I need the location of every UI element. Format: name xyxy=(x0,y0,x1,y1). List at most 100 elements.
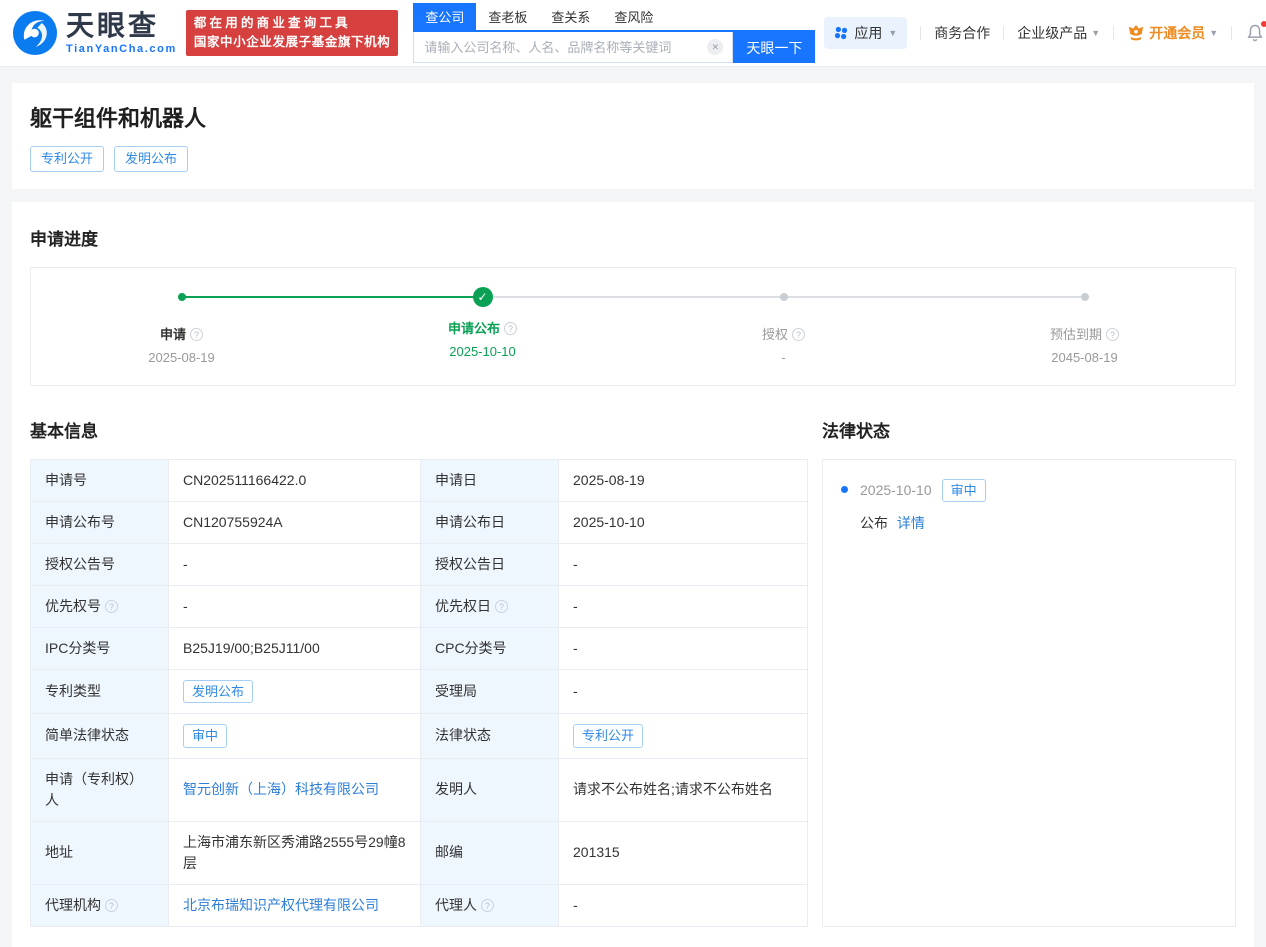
applicant-company-link[interactable]: 智元创新（上海）科技有限公司 xyxy=(183,781,379,797)
slogan-line1: 都在用的商业查询工具 xyxy=(193,16,351,31)
nav-vip-label: 开通会员 xyxy=(1149,25,1206,41)
row-value: B25J19/00;B25J11/00 xyxy=(168,626,421,670)
nav-apps[interactable]: 应用 ▼ xyxy=(824,17,908,49)
row-label: 申请日 xyxy=(420,458,559,502)
table-row: 专利类型 发明公布 受理局 - xyxy=(30,668,808,715)
legal-status-title: 法律状态 xyxy=(822,421,890,441)
help-icon[interactable]: ? xyxy=(190,327,203,341)
row-value: - xyxy=(558,668,808,715)
help-icon[interactable]: ? xyxy=(1106,327,1119,341)
row-label: 申请公布日 xyxy=(420,500,559,544)
row-label: 申请（专利权）人 xyxy=(30,757,169,822)
row-label: 简单法律状态 xyxy=(30,713,169,759)
row-value: 智元创新（上海）科技有限公司 xyxy=(168,757,421,822)
search-area: 查公司 查老板 查关系 查风险 ✕ 天眼一下 xyxy=(413,3,816,63)
step-label: 申请公布? xyxy=(332,318,633,337)
legal-status-tag: 专利公开 xyxy=(573,724,644,748)
row-value: 审中 xyxy=(168,713,421,759)
entry-status-tag: 审中 xyxy=(941,478,986,503)
step-label: 预估到期? xyxy=(934,324,1235,343)
nav-vip[interactable]: 开通会员 ▼ xyxy=(1127,23,1218,43)
search-tab-company[interactable]: 查公司 xyxy=(413,3,477,30)
row-label: 代理人? xyxy=(420,883,559,927)
row-label: 发明人 xyxy=(420,757,559,822)
patent-header-card: 躯干组件和机器人 专利公开 发明公布 xyxy=(12,83,1254,189)
table-row: IPC分类号 B25J19/00;B25J11/00 CPC分类号 - xyxy=(30,626,808,670)
row-label: 受理局 xyxy=(420,668,559,715)
brand-name: 天眼查 xyxy=(66,9,160,41)
divider xyxy=(1113,26,1115,40)
divider xyxy=(1231,26,1233,40)
row-value: 专利公开 xyxy=(558,713,808,759)
legal-entry: 2025-10-10 审中 公布 详情 xyxy=(841,478,1217,534)
close-icon[interactable]: ✕ xyxy=(707,39,724,55)
basic-info-title: 基本信息 xyxy=(30,421,98,441)
patent-tag-public: 专利公开 xyxy=(30,146,105,172)
row-value: 北京布瑞知识产权代理有限公司 xyxy=(168,883,421,927)
notification-dot xyxy=(1261,21,1266,27)
row-value: - xyxy=(558,626,808,670)
row-label: 地址 xyxy=(30,820,169,885)
nav-enterprise-label: 企业级产品 xyxy=(1017,25,1088,41)
entry-action: 公布 xyxy=(860,515,888,532)
row-value: CN202511166422.0 xyxy=(168,458,421,502)
help-icon[interactable]: ? xyxy=(481,898,494,912)
search-tab-risk[interactable]: 查风险 xyxy=(602,3,665,30)
row-value: 请求不公布姓名;请求不公布姓名 xyxy=(558,757,808,822)
patent-detail-card: 申请进度 申请? 2025-08-19 ✓ 申请公布? 2025-10-10 授… xyxy=(12,201,1254,947)
row-label: 优先权日? xyxy=(420,584,559,628)
step-value: 2025-08-19 xyxy=(148,349,215,365)
search-tab-relation[interactable]: 查关系 xyxy=(539,3,602,30)
search-tab-boss[interactable]: 查老板 xyxy=(476,3,539,30)
search-button[interactable]: 天眼一下 xyxy=(733,32,816,63)
nav-business-label: 商务合作 xyxy=(934,25,991,41)
row-value: 201315 xyxy=(558,820,808,885)
nav-apps-label: 应用 xyxy=(854,25,883,41)
nav-enterprise[interactable]: 企业级产品 ▼ xyxy=(1017,23,1100,43)
detail-link[interactable]: 详情 xyxy=(897,515,925,531)
search-tabs: 查公司 查老板 查关系 查风险 xyxy=(413,3,816,32)
entry-date: 2025-10-10 xyxy=(860,482,932,499)
header: 天眼查 TianYanCha.com 都在用的商业查询工具 国家中小企业发展子基… xyxy=(0,0,1266,67)
row-value: 2025-10-10 xyxy=(558,500,808,544)
row-label: 邮编 xyxy=(420,820,559,885)
help-icon[interactable]: ? xyxy=(792,327,805,341)
help-icon[interactable]: ? xyxy=(105,898,118,912)
timeline-step-publish: ✓ 申请公布? 2025-10-10 xyxy=(332,286,633,365)
row-label: 授权公告号 xyxy=(30,542,169,586)
divider xyxy=(1003,26,1005,40)
row-label: 法律状态 xyxy=(420,713,559,759)
help-icon[interactable]: ? xyxy=(504,321,517,335)
patent-tag-invention: 发明公布 xyxy=(114,146,189,172)
step-dot xyxy=(177,292,186,301)
application-timeline: 申请? 2025-08-19 ✓ 申请公布? 2025-10-10 授权? - … xyxy=(30,266,1236,386)
table-row: 优先权号? - 优先权日? - xyxy=(30,584,808,628)
row-label: CPC分类号 xyxy=(420,626,559,670)
brand-domain: TianYanCha.com xyxy=(66,42,177,55)
legal-status-section: 法律状态 2025-10-10 审中 公布 详情 xyxy=(822,417,1236,927)
table-row: 地址 上海市浦东新区秀浦路2555号29幢8层 邮编 201315 xyxy=(30,820,808,885)
row-label: 代理机构? xyxy=(30,883,169,927)
row-value: 发明公布 xyxy=(168,668,421,715)
legal-status-card: 2025-10-10 审中 公布 详情 xyxy=(822,458,1236,927)
basic-info-table: 申请号 CN202511166422.0 申请日 2025-08-19 申请公布… xyxy=(30,458,808,927)
row-value: - xyxy=(558,542,808,586)
step-value: - xyxy=(781,349,786,365)
nav-business[interactable]: 商务合作 xyxy=(934,23,990,43)
step-label: 申请? xyxy=(31,324,332,343)
tianyancha-logo[interactable]: 天眼查 TianYanCha.com xyxy=(12,10,177,56)
help-icon[interactable]: ? xyxy=(105,599,118,613)
row-label: 申请公布号 xyxy=(30,500,169,544)
row-label: 专利类型 xyxy=(30,668,169,715)
header-nav: 应用 ▼ 商务合作 企业级产品 ▼ 开通会员 ▼ xyxy=(824,17,1266,49)
timeline-step-grant: 授权? - xyxy=(633,287,934,365)
help-icon[interactable]: ? xyxy=(495,599,508,613)
notification-bell[interactable] xyxy=(1245,21,1266,43)
table-row: 申请公布号 CN120755924A 申请公布日 2025-10-10 xyxy=(30,500,808,544)
search-input[interactable] xyxy=(414,39,708,55)
agency-link[interactable]: 北京布瑞知识产权代理有限公司 xyxy=(183,897,379,913)
row-label: 申请号 xyxy=(30,458,169,502)
crown-icon xyxy=(1127,25,1145,41)
patent-title: 躯干组件和机器人 xyxy=(30,106,207,131)
step-label: 授权? xyxy=(633,324,934,343)
